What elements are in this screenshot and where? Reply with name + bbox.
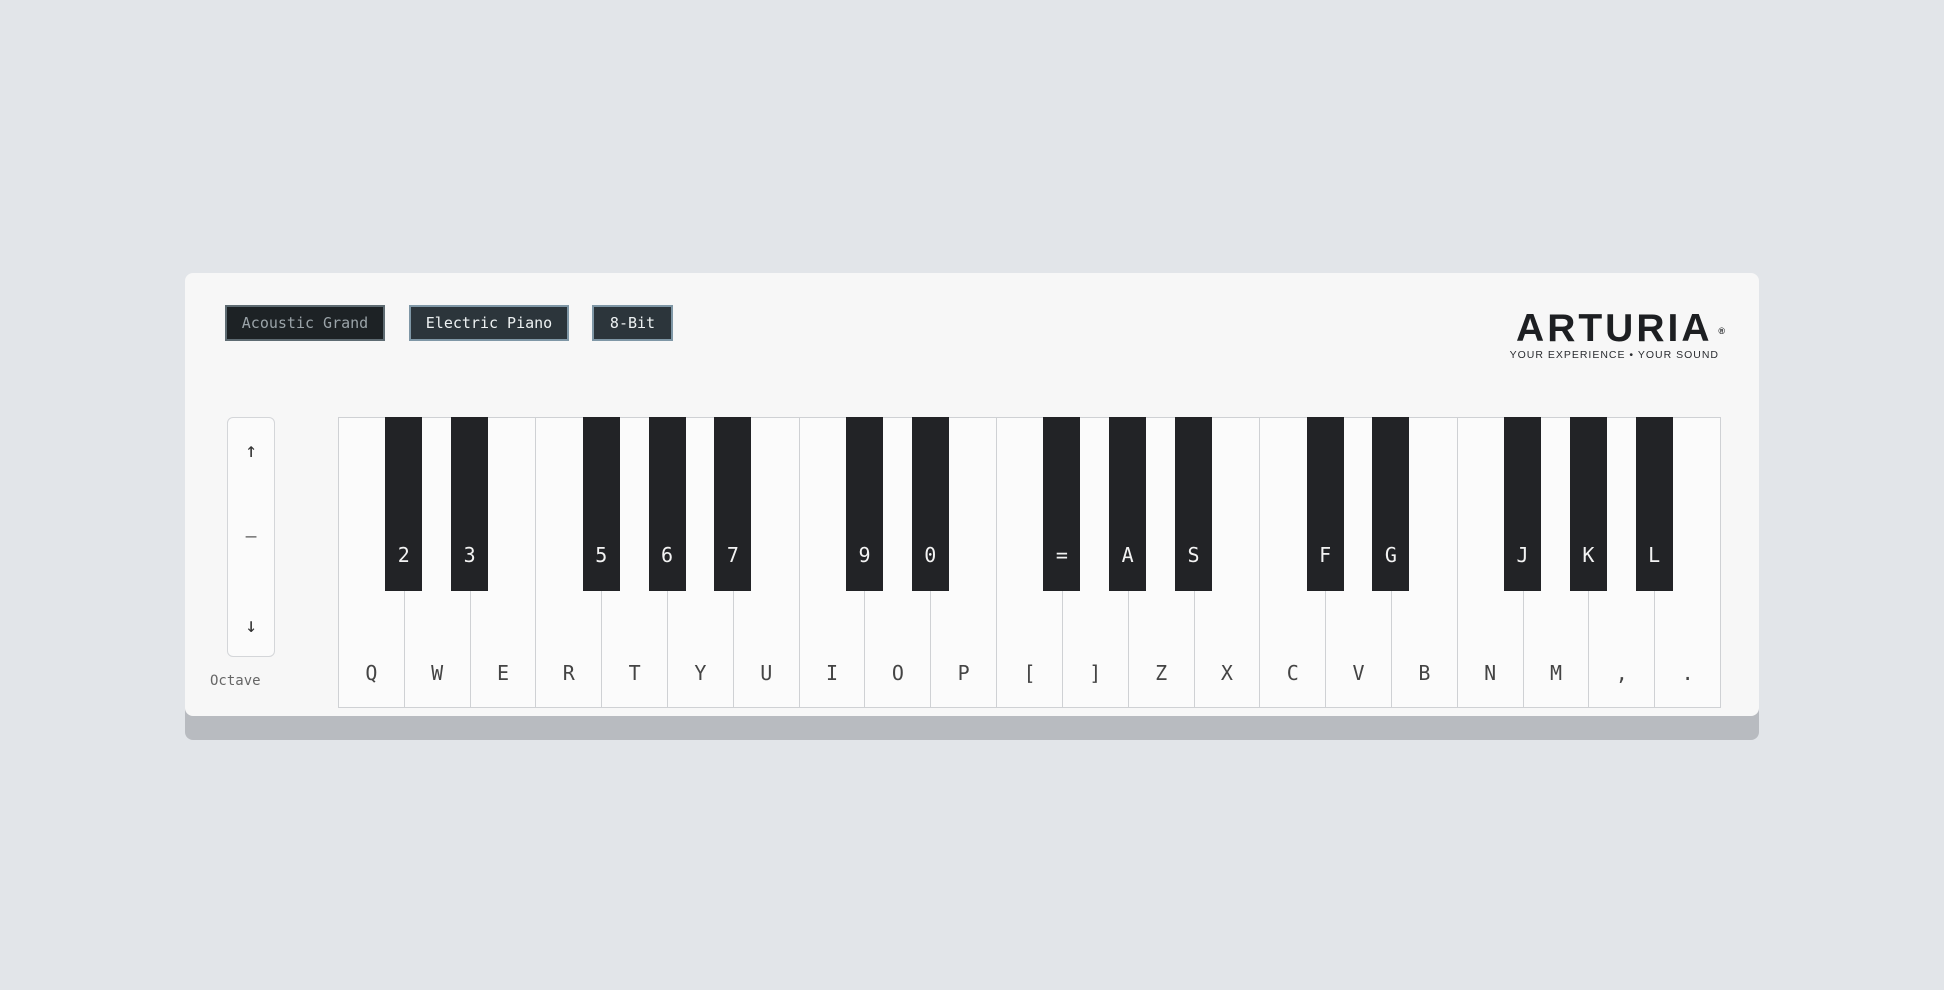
black-key-label: F [1319,543,1332,567]
white-key-label: I [826,661,839,685]
black-key-label: 3 [463,543,476,567]
white-key-label: U [760,661,773,685]
white-key-label: P [957,661,970,685]
preset-electric-piano-button[interactable]: Electric Piano [409,305,569,341]
white-key-label: O [891,661,904,685]
black-key-label: = [1055,543,1068,567]
black-key-label: J [1516,543,1529,567]
preset-8bit-button[interactable]: 8-Bit [592,305,673,341]
black-key[interactable]: F [1306,417,1344,591]
logo-tagline: YOUR EXPERIENCE • YOUR SOUND [1509,349,1719,361]
logo-wordmark-text: ARTURIA [1516,307,1713,350]
black-key-label: 9 [858,543,871,567]
white-key-label: Q [365,661,378,685]
octave-reset-button[interactable]: — [228,525,274,549]
black-key-label: A [1121,543,1134,567]
black-key-label: S [1187,543,1200,567]
white-key-label: . [1681,661,1694,685]
logo-wordmark: ARTURIA ® [1510,309,1725,348]
black-key-label: 5 [595,543,608,567]
octave-up-button[interactable]: ↑ [228,438,274,462]
black-key[interactable]: 5 [582,417,620,591]
black-key[interactable]: = [1043,417,1081,591]
octave-control: ↑ — ↓ [227,417,275,657]
white-key-label: B [1418,661,1431,685]
white-key-label: T [628,661,641,685]
octave-down-button[interactable]: ↓ [228,613,274,637]
white-key-label: X [1220,661,1233,685]
white-key-label: Z [1155,661,1168,685]
white-key-label: V [1352,661,1365,685]
black-key-label: K [1582,543,1595,567]
black-key[interactable]: L [1635,417,1673,591]
preset-acoustic-grand-button[interactable]: Acoustic Grand [225,305,385,341]
white-key-label: C [1286,661,1299,685]
black-key[interactable]: 6 [648,417,686,591]
white-key-label: R [562,661,575,685]
white-key-label: , [1615,661,1628,685]
black-key[interactable]: 3 [451,417,489,591]
white-key-label: ] [1089,661,1102,685]
white-key-label: N [1484,661,1497,685]
white-key-label: W [431,661,444,685]
keyboard-instrument: Acoustic Grand Electric Piano 8-Bit ARTU… [185,273,1759,716]
white-key-label: Y [694,661,707,685]
black-key-label: 2 [397,543,410,567]
logo-registered: ® [1718,326,1725,336]
black-key[interactable]: J [1504,417,1542,591]
black-key[interactable]: S [1175,417,1213,591]
black-key[interactable]: 9 [845,417,883,591]
black-key[interactable]: A [1109,417,1147,591]
white-key-label: E [496,661,510,685]
black-key[interactable]: 0 [911,417,949,591]
piano-keyboard: Q W E R T Y U I O P [] Z X C V B N M,. 2 3 5 6 7 9 0 = A S F G J K L [338,417,1721,708]
black-key[interactable]: 2 [385,417,423,591]
white-key-label: [ [1023,661,1036,685]
black-key-label: 7 [726,543,739,567]
octave-label: Octave [210,673,261,689]
black-key-label: L [1648,543,1661,567]
black-key-label: G [1384,543,1397,567]
white-key-label: M [1549,661,1562,685]
arturia-logo: ARTURIA ® YOUR EXPERIENCE • YOUR SOUND [1509,309,1725,361]
black-key[interactable]: K [1569,417,1607,591]
black-key[interactable]: G [1372,417,1410,591]
black-key-label: 6 [661,543,674,567]
black-key-label: 0 [924,543,937,567]
black-key[interactable]: 7 [714,417,752,591]
